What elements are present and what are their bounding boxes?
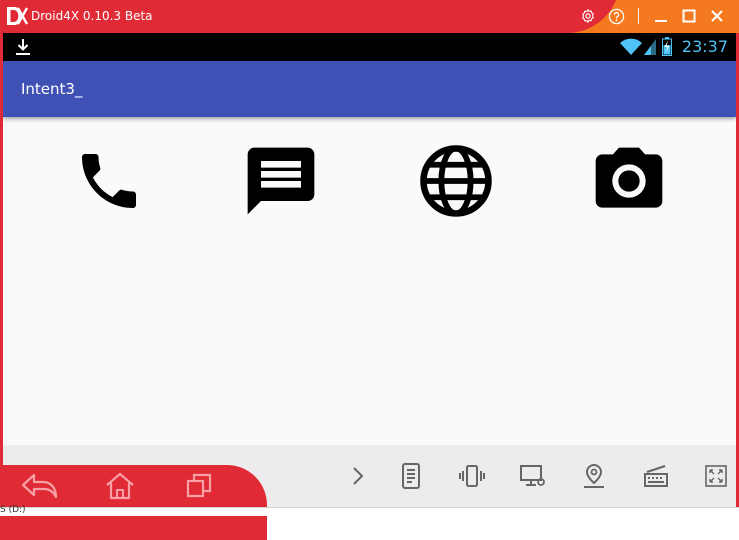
camera-button[interactable] xyxy=(589,141,669,221)
expand-toolbar-button[interactable] xyxy=(341,460,375,492)
chevron-right-icon xyxy=(353,467,364,485)
minimize-button[interactable] xyxy=(651,6,671,26)
globe-icon xyxy=(420,145,492,217)
keyboard-icon xyxy=(644,465,668,487)
signal-icon xyxy=(644,39,656,55)
close-button[interactable] xyxy=(707,6,727,26)
recent-apps-icon xyxy=(186,473,212,498)
back-button[interactable] xyxy=(20,467,60,505)
wifi-icon xyxy=(620,38,642,55)
status-bar: 23:37 xyxy=(3,33,736,61)
minimize-icon xyxy=(655,20,667,22)
location-button[interactable] xyxy=(577,460,611,492)
fullscreen-icon xyxy=(705,465,727,487)
android-screen: 23:37 Intent3_ xyxy=(3,33,736,445)
window-title-bar: Droid4X 0.10.3 Beta xyxy=(0,0,739,33)
phone-button[interactable] xyxy=(69,141,149,221)
shake-icon xyxy=(459,465,485,487)
close-icon xyxy=(711,10,723,22)
fullscreen-button[interactable] xyxy=(699,460,733,492)
battery-icon xyxy=(662,37,672,56)
home-icon xyxy=(106,472,134,500)
maximize-button[interactable] xyxy=(679,6,699,26)
maximize-icon xyxy=(682,9,696,23)
screen-record-icon xyxy=(520,465,545,486)
screen-record-button[interactable] xyxy=(516,460,550,492)
keyboard-button[interactable] xyxy=(639,460,673,492)
app-title: Intent3_ xyxy=(21,80,83,98)
apk-install-button[interactable] xyxy=(394,460,428,492)
app-bar: Intent3_ xyxy=(3,61,736,117)
shake-button[interactable] xyxy=(455,460,489,492)
settings-icon xyxy=(581,8,595,24)
help-icon xyxy=(608,8,624,24)
home-button[interactable] xyxy=(100,467,140,505)
globe-button[interactable] xyxy=(416,141,496,221)
message-icon xyxy=(247,147,315,215)
help-button[interactable] xyxy=(606,6,626,26)
camera-icon xyxy=(595,147,663,208)
settings-button[interactable] xyxy=(578,6,598,26)
apk-install-icon xyxy=(402,463,420,489)
droid4x-logo-icon xyxy=(7,7,28,25)
drive-label: S (D:) xyxy=(0,505,26,515)
status-time: 23:37 xyxy=(681,37,728,56)
recent-apps-button[interactable] xyxy=(179,467,219,505)
window-title: Droid4X 0.10.3 Beta xyxy=(31,9,153,23)
back-icon xyxy=(21,473,58,499)
title-bar-separator xyxy=(638,8,639,24)
title-bar-curve xyxy=(200,0,620,33)
download-icon xyxy=(16,39,30,55)
location-icon xyxy=(584,463,604,488)
message-button[interactable] xyxy=(241,141,321,221)
phone-icon xyxy=(82,154,136,208)
